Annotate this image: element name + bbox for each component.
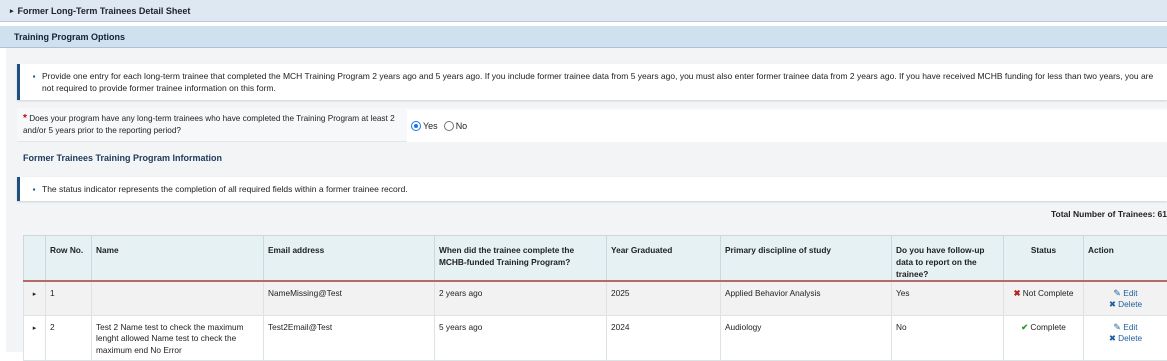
col-expand bbox=[24, 236, 46, 282]
trainees-table: Row No. Name Email address When did the … bbox=[23, 235, 1167, 361]
radio-yes-dot[interactable] bbox=[411, 121, 421, 131]
caret-right-icon: ▸ bbox=[10, 7, 14, 15]
info-note-text: Provide one entry for each long-term tra… bbox=[42, 70, 1167, 94]
table-header-row: Row No. Name Email address When did the … bbox=[24, 236, 1167, 282]
col-followup: Do you have follow-up data to report on … bbox=[892, 236, 1004, 282]
cell-action: ✎ Edit ✖ Delete bbox=[1084, 315, 1167, 361]
check-icon: ✔ bbox=[1021, 322, 1028, 332]
cell-action: ✎ Edit ✖ Delete bbox=[1084, 281, 1167, 315]
status-note: ▪ The status indicator represents the co… bbox=[17, 177, 1167, 201]
note-icon: ▪ bbox=[26, 183, 42, 194]
edit-label: Edit bbox=[1123, 288, 1137, 298]
total-trainees: Total Number of Trainees: 61 bbox=[1051, 209, 1167, 219]
delete-label: Delete bbox=[1118, 333, 1142, 343]
col-email: Email address bbox=[264, 236, 435, 282]
status-text: Complete bbox=[1030, 322, 1066, 332]
col-action: Action bbox=[1084, 236, 1167, 282]
expand-row-icon[interactable]: ▸ bbox=[24, 281, 46, 315]
table-row: ▸ 2 Test 2 Name test to check the maximu… bbox=[24, 315, 1167, 361]
delete-label: Delete bbox=[1118, 299, 1142, 309]
radio-yes[interactable]: Yes bbox=[411, 121, 438, 131]
radio-no-dot[interactable] bbox=[444, 121, 454, 131]
radio-no-label: No bbox=[456, 121, 468, 131]
section-title: Former Trainees Training Program Informa… bbox=[23, 153, 222, 163]
cell-email: Test2Email@Test bbox=[264, 315, 435, 361]
radio-no[interactable]: No bbox=[444, 121, 468, 131]
cell-discipline: Applied Behavior Analysis bbox=[721, 281, 892, 315]
expand-row-icon[interactable]: ▸ bbox=[24, 315, 46, 361]
cell-year: 2025 bbox=[607, 281, 721, 315]
col-status: Status bbox=[1004, 236, 1084, 282]
col-name: Name bbox=[92, 236, 264, 282]
cell-year: 2024 bbox=[607, 315, 721, 361]
question-text: Does your program have any long-term tra… bbox=[23, 114, 395, 135]
cell-status: ✔ Complete bbox=[1004, 315, 1084, 361]
status-note-text: The status indicator represents the comp… bbox=[42, 183, 416, 195]
delete-icon: ✖ bbox=[1109, 333, 1116, 343]
cell-followup: No bbox=[892, 315, 1004, 361]
cell-when: 2 years ago bbox=[435, 281, 607, 315]
cell-when: 5 years ago bbox=[435, 315, 607, 361]
cell-row-no: 1 bbox=[46, 281, 92, 315]
required-mark: * bbox=[23, 113, 27, 124]
cell-name: Test 2 Name test to check the maximum le… bbox=[92, 315, 264, 361]
edit-icon: ✎ bbox=[1113, 322, 1121, 332]
status-text: Not Complete bbox=[1023, 288, 1074, 298]
info-note: ▪ Provide one entry for each long-term t… bbox=[17, 64, 1167, 100]
col-when: When did the trainee complete the MCHB-f… bbox=[435, 236, 607, 282]
cell-followup: Yes bbox=[892, 281, 1004, 315]
cell-name bbox=[92, 281, 264, 315]
x-icon: ✖ bbox=[1014, 288, 1021, 298]
former-trainees-detail-toggle[interactable]: ▸ Former Long-Term Trainees Detail Sheet bbox=[0, 0, 1167, 22]
delete-icon: ✖ bbox=[1109, 299, 1116, 309]
col-discipline: Primary discipline of study bbox=[721, 236, 892, 282]
cell-discipline: Audiology bbox=[721, 315, 892, 361]
question-label: * Does your program have any long-term t… bbox=[23, 113, 403, 137]
cell-status: ✖ Not Complete bbox=[1004, 281, 1084, 315]
yes-no-radio-group: Yes No bbox=[407, 110, 1167, 142]
edit-link[interactable]: ✎ Edit bbox=[1088, 288, 1163, 299]
training-program-options-header: Training Program Options bbox=[0, 26, 1167, 48]
top-section-title: Former Long-Term Trainees Detail Sheet bbox=[18, 6, 191, 16]
edit-link[interactable]: ✎ Edit bbox=[1088, 322, 1163, 333]
cell-email: NameMissing@Test bbox=[264, 281, 435, 315]
delete-link[interactable]: ✖ Delete bbox=[1088, 299, 1163, 310]
edit-label: Edit bbox=[1123, 322, 1137, 332]
edit-icon: ✎ bbox=[1113, 288, 1121, 298]
note-icon: ▪ bbox=[26, 70, 42, 81]
delete-link[interactable]: ✖ Delete bbox=[1088, 333, 1163, 344]
col-row-no: Row No. bbox=[46, 236, 92, 282]
options-header-title: Training Program Options bbox=[14, 32, 125, 42]
radio-yes-label: Yes bbox=[423, 121, 438, 131]
table-row: ▸ 1 NameMissing@Test 2 years ago 2025 Ap… bbox=[24, 281, 1167, 315]
cell-row-no: 2 bbox=[46, 315, 92, 361]
col-year: Year Graduated bbox=[607, 236, 721, 282]
